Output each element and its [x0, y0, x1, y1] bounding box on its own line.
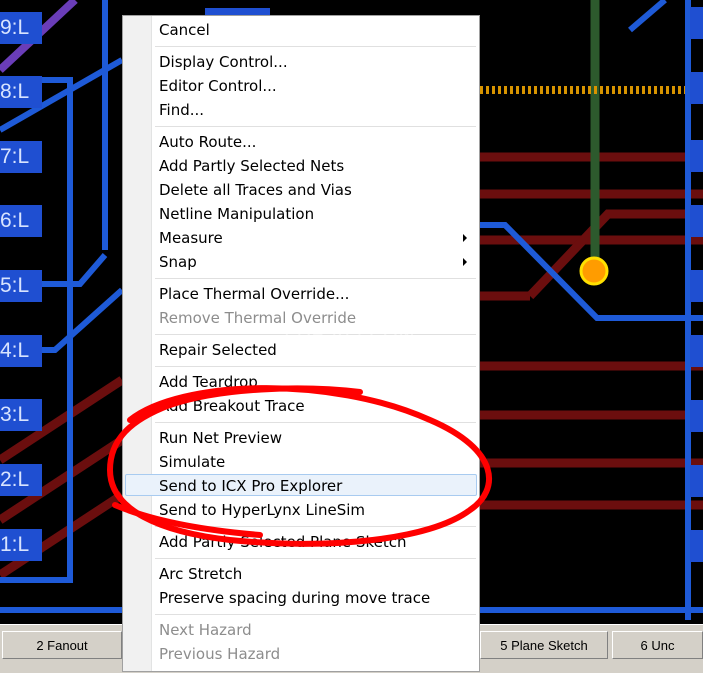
- menu-item-cancel[interactable]: Cancel: [159, 18, 210, 42]
- menu-item-repair-selected[interactable]: Repair Selected: [159, 338, 277, 362]
- menu-separator: [155, 366, 476, 367]
- menu-separator: [155, 46, 476, 47]
- menu-item-snap[interactable]: Snap: [159, 250, 197, 274]
- pin-label[interactable]: 4:L: [0, 335, 42, 367]
- menu-item-netline-manipulation[interactable]: Netline Manipulation: [159, 202, 314, 226]
- submenu-arrow-icon: [463, 234, 467, 242]
- menu-item-measure[interactable]: Measure: [159, 226, 223, 250]
- menu-item-delete-all-traces[interactable]: Delete all Traces and Vias: [159, 178, 352, 202]
- menu-item-add-partly-selected-nets[interactable]: Add Partly Selected Nets: [159, 154, 344, 178]
- pin-label[interactable]: 2:L: [0, 464, 42, 496]
- menu-item-add-partly-selected-plane-sketch[interactable]: Add Partly Selected Plane Sketch: [159, 530, 406, 554]
- menu-item-add-breakout-trace[interactable]: Add Breakout Trace: [159, 394, 305, 418]
- menu-item-editor-control[interactable]: Editor Control...: [159, 74, 277, 98]
- menu-item-add-teardrop[interactable]: Add Teardrop: [159, 370, 258, 394]
- menu-separator: [155, 614, 476, 615]
- via[interactable]: [579, 256, 609, 286]
- fkey-6-unc[interactable]: 6 Unc: [612, 631, 703, 659]
- menu-item-previous-hazard: Previous Hazard: [159, 645, 281, 663]
- pin-label[interactable]: 7:L: [0, 141, 42, 173]
- menu-item-auto-route[interactable]: Auto Route...: [159, 130, 256, 154]
- menu-separator: [155, 526, 476, 527]
- pin-label[interactable]: 9:L: [0, 12, 42, 44]
- menu-separator: [155, 422, 476, 423]
- menu-separator: [155, 278, 476, 279]
- pin-label[interactable]: 5:L: [0, 270, 42, 302]
- fkey-2-fanout[interactable]: 2 Fanout: [2, 631, 122, 659]
- pin-label[interactable]: 3:L: [0, 399, 42, 431]
- menu-item-run-net-preview[interactable]: Run Net Preview: [159, 426, 282, 450]
- menu-item-send-to-icx-pro-explorer[interactable]: Send to ICX Pro Explorer: [159, 474, 342, 498]
- menu-separator: [155, 126, 476, 127]
- menu-item-simulate[interactable]: Simulate: [159, 450, 225, 474]
- pin-label[interactable]: 6:L: [0, 205, 42, 237]
- menu-separator: [155, 558, 476, 559]
- fkey-5-plane-sketch[interactable]: 5 Plane Sketch: [480, 631, 608, 659]
- submenu-arrow-icon: [463, 258, 467, 266]
- menu-item-preserve-spacing[interactable]: Preserve spacing during move trace: [159, 586, 430, 610]
- menu-item-arc-stretch[interactable]: Arc Stretch: [159, 562, 242, 586]
- menu-item-next-hazard: Next Hazard: [159, 621, 252, 639]
- menu-item-send-to-hyperlynx-linesim[interactable]: Send to HyperLynx LineSim: [159, 498, 365, 522]
- right-pads: [690, 7, 703, 562]
- watermark-text: EDA365.COM: [284, 322, 416, 344]
- menu-item-display-control[interactable]: Display Control...: [159, 50, 288, 74]
- pin-label[interactable]: 8:L: [0, 76, 42, 108]
- menu-item-place-thermal-override[interactable]: Place Thermal Override...: [159, 282, 349, 306]
- menu-item-find[interactable]: Find...: [159, 98, 204, 122]
- pin-label[interactable]: 1:L: [0, 529, 42, 561]
